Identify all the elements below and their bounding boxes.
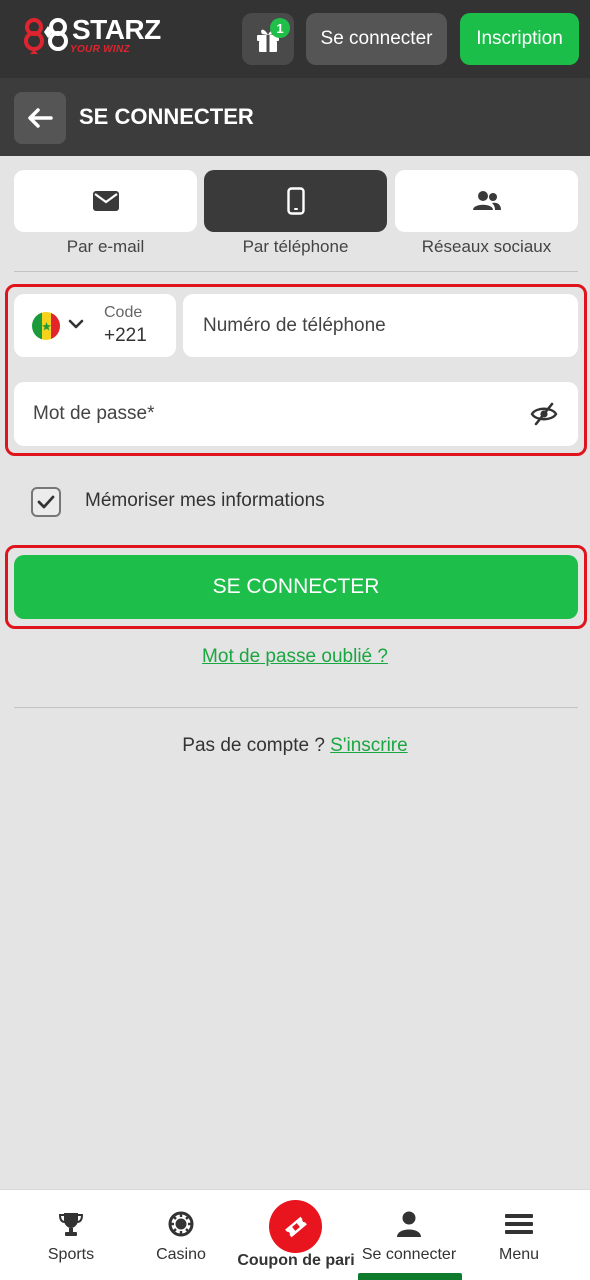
forgot-password-link[interactable]: Mot de passe oublié ? <box>0 646 590 668</box>
page-title: SE CONNECTER <box>79 104 254 129</box>
casino-chip-icon <box>168 1211 194 1237</box>
nav-coupon-label[interactable]: Coupon de pari <box>230 1252 362 1270</box>
page-header: SE CONNECTER <box>0 78 590 156</box>
nav-casino-label: Casino <box>156 1246 206 1263</box>
tab-phone-label: Par téléphone <box>242 237 349 256</box>
tab-social[interactable] <box>395 170 578 232</box>
envelope-icon <box>92 191 119 211</box>
users-icon <box>472 191 501 210</box>
user-icon <box>397 1211 421 1237</box>
logo-tagline: YOUR WINZ <box>70 44 130 55</box>
remember-checkbox[interactable] <box>31 487 61 517</box>
trophy-icon <box>58 1213 84 1236</box>
logo-text: STARZ <box>72 14 161 45</box>
nav-casino[interactable]: Casino <box>126 1190 236 1280</box>
top-bar: STARZ YOUR WINZ 1 Se connecter Inscripti… <box>0 0 590 78</box>
gift-badge: 1 <box>270 18 290 38</box>
submit-highlight-outline <box>5 545 587 629</box>
nav-sports-label: Sports <box>47 1246 95 1263</box>
back-button[interactable] <box>14 92 66 144</box>
remember-label[interactable]: Mémoriser mes informations <box>85 490 325 512</box>
nav-active-indicator <box>358 1273 462 1280</box>
register-link[interactable]: S'inscrire <box>330 735 408 756</box>
hamburger-icon <box>505 1214 533 1234</box>
check-icon <box>37 495 55 509</box>
divider <box>14 271 578 272</box>
no-account-row: Pas de compte ? S'inscrire <box>0 735 590 757</box>
tab-email[interactable] <box>14 170 197 232</box>
tab-phone[interactable] <box>204 170 387 232</box>
nav-menu[interactable]: Menu <box>464 1190 574 1280</box>
tab-social-label: Réseaux sociaux <box>421 237 552 256</box>
arrow-left-icon <box>28 108 53 128</box>
brand-logo[interactable]: STARZ YOUR WINZ <box>24 14 161 60</box>
header-signup-button[interactable]: Inscription <box>460 13 579 65</box>
nav-menu-label: Menu <box>498 1246 540 1263</box>
tab-email-label: Par e-mail <box>66 237 145 256</box>
form-highlight-outline <box>5 284 587 456</box>
phone-icon <box>286 187 305 215</box>
logo-888-icon <box>24 18 68 54</box>
ticket-icon <box>284 1216 307 1237</box>
nav-coupon-button[interactable] <box>269 1200 322 1253</box>
nav-sports[interactable]: Sports <box>16 1190 126 1280</box>
gift-button[interactable]: 1 <box>242 13 294 65</box>
nav-login-label: Se connecter <box>361 1246 457 1263</box>
divider <box>14 707 578 708</box>
header-login-button[interactable]: Se connecter <box>306 13 447 65</box>
no-account-text: Pas de compte ? <box>182 735 325 756</box>
nav-login[interactable]: Se connecter <box>354 1190 464 1280</box>
